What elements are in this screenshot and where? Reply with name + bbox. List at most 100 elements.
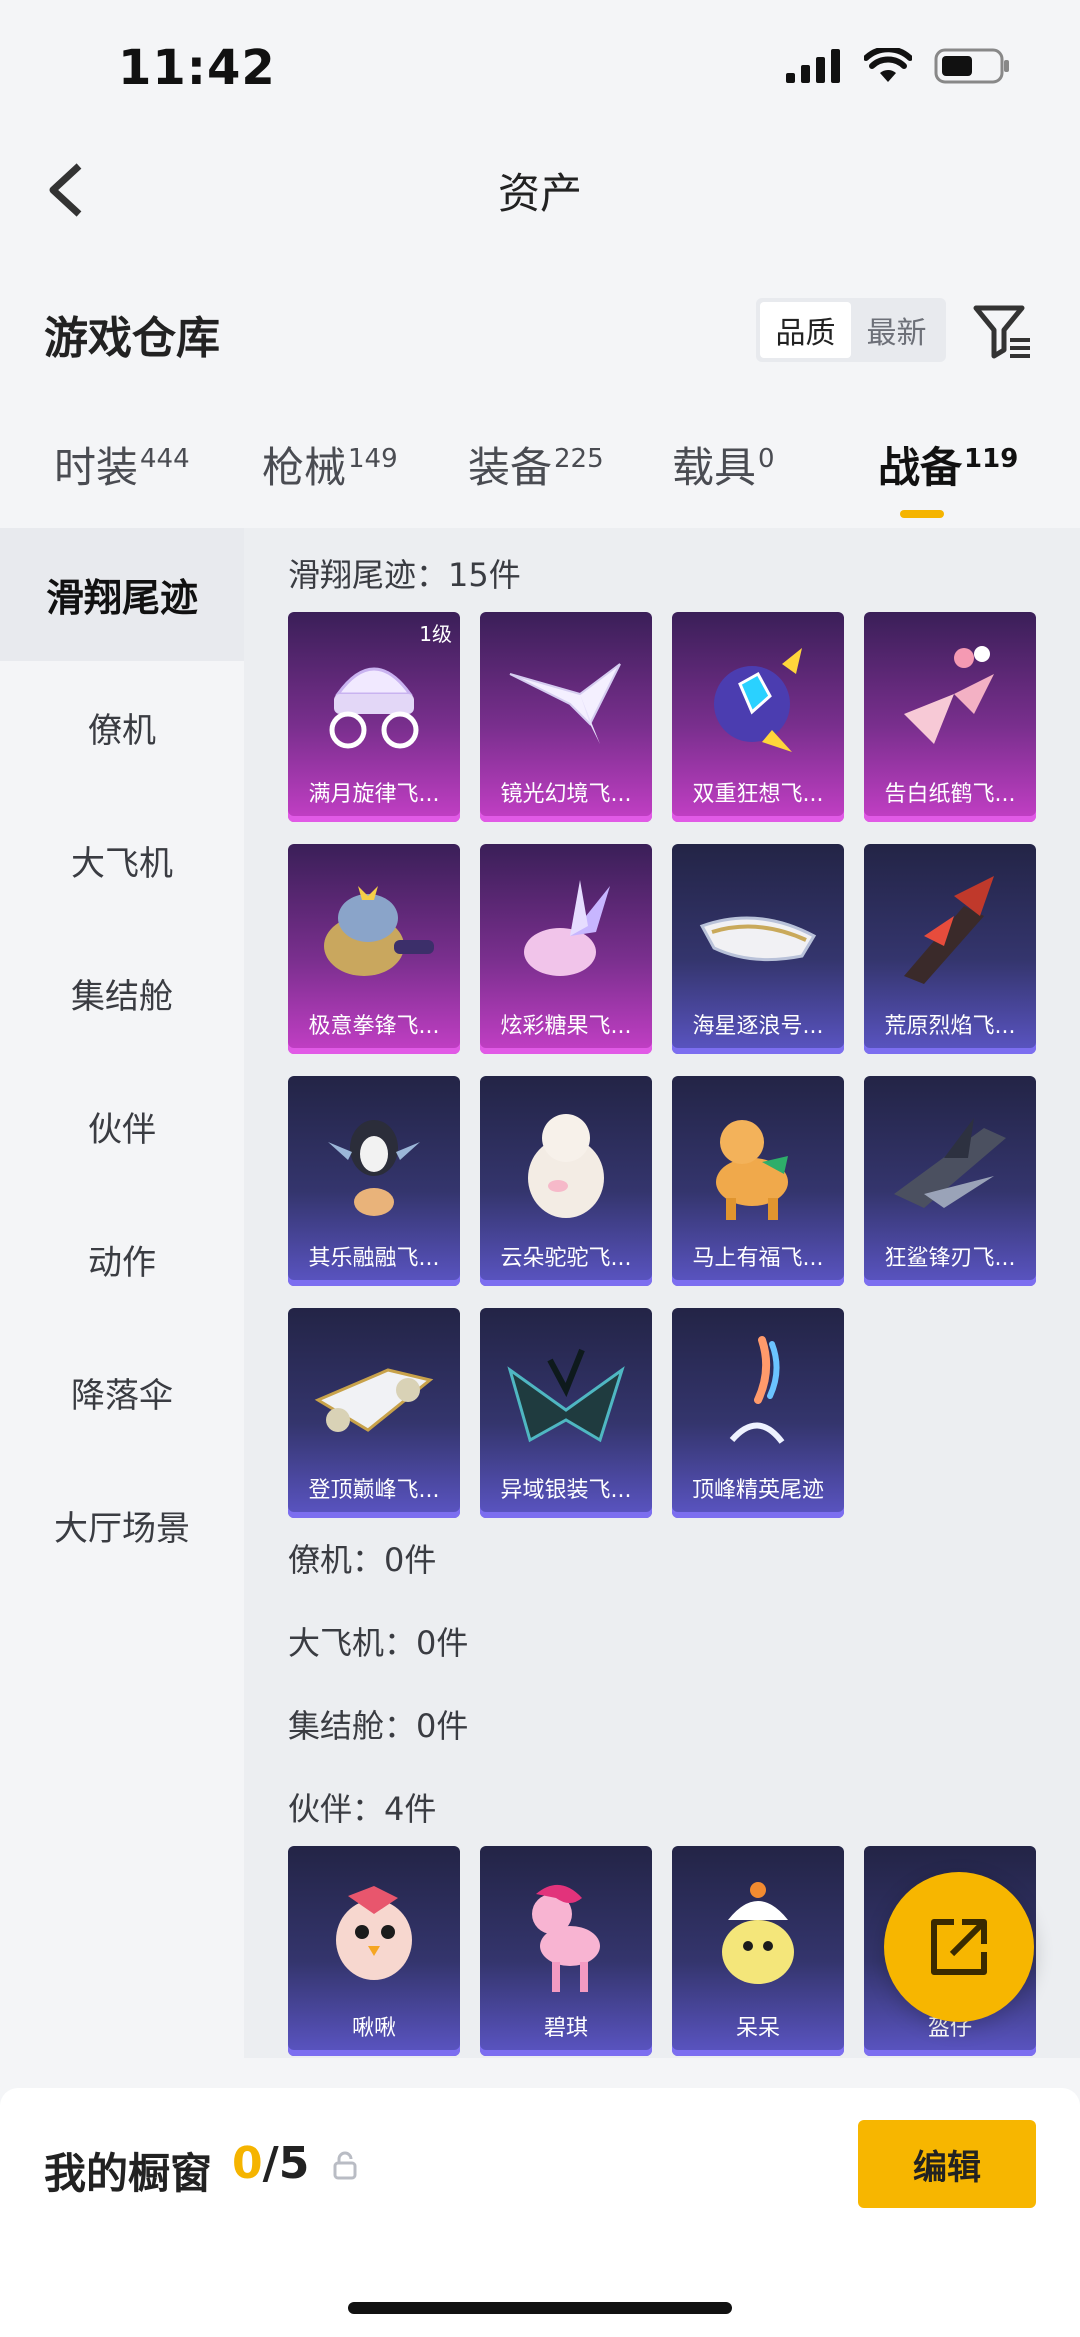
- carriage-icon: [329, 667, 419, 749]
- jet-icon: [314, 1368, 434, 1432]
- item-card[interactable]: 炫彩糖果飞...: [480, 844, 652, 1054]
- item-card[interactable]: 登顶巅峰飞...: [288, 1308, 460, 1518]
- item-name: 极意拳锋飞...: [308, 1014, 440, 1039]
- warehouse-header: 游戏仓库 品质 最新: [0, 280, 1080, 380]
- wings-icon: [509, 663, 621, 744]
- shark-icon: [894, 1118, 1006, 1208]
- tab-vehicles[interactable]: 载具0: [672, 434, 775, 495]
- flame-glider-icon: [904, 876, 994, 984]
- item-card[interactable]: 双重狂想飞...: [672, 612, 844, 822]
- sidebar-item-lobby-scenes[interactable]: 大厅场景: [0, 1459, 244, 1592]
- sidebar: 滑翔尾迹 僚机 大飞机 集结舱 伙伴 动作 降落伞 大厅场景: [0, 528, 244, 2058]
- home-indicator: [348, 2302, 732, 2314]
- sidebar-item-wingman[interactable]: 僚机: [0, 661, 244, 794]
- nav-bar: 资产: [0, 130, 1080, 250]
- lock-icon: [333, 2151, 357, 2180]
- item-name: 马上有福飞...: [692, 1246, 824, 1271]
- page-title: 资产: [497, 169, 582, 218]
- filter-button[interactable]: [970, 300, 1034, 364]
- smoke-trail-icon: [729, 1336, 785, 1444]
- item-name: 顶峰精英尾迹: [691, 1478, 824, 1503]
- chick-bird-icon: [336, 1886, 412, 1980]
- group-title-wingman: 僚机：0件: [288, 1541, 437, 1579]
- sort-toggle: 品质 最新: [756, 298, 946, 362]
- elephant-icon: [324, 886, 434, 976]
- item-name: 荒原烈焰飞...: [884, 1014, 1016, 1039]
- showcase-bar: 我的橱窗 0/5 编辑: [0, 2088, 1080, 2337]
- item-name: 啾啾: [351, 2016, 396, 2041]
- item-card[interactable]: 极意拳锋飞...: [288, 844, 460, 1054]
- item-card[interactable]: 其乐融融飞...: [288, 1076, 460, 1286]
- status-bar: 11:42: [0, 0, 1080, 130]
- group-title-capsule: 集结舱：0件: [288, 1707, 469, 1745]
- category-tabs: 时装444 枪械149 装备225 载具0 战备119: [0, 420, 1080, 530]
- group-title-partners: 伙伴：4件: [288, 1790, 437, 1828]
- item-name: 海星逐浪号...: [692, 1014, 824, 1039]
- item-card[interactable]: 马上有福飞...: [672, 1076, 844, 1286]
- item-name: 狂鲨锋刃飞...: [884, 1246, 1016, 1271]
- item-card[interactable]: 镜光幻境飞...: [480, 612, 652, 822]
- item-name: 满月旋律飞...: [308, 782, 440, 807]
- status-time: 11:42: [118, 40, 276, 96]
- sidebar-item-glide-trails[interactable]: 滑翔尾迹: [0, 528, 244, 661]
- sort-quality-button[interactable]: 品质: [760, 302, 851, 358]
- boat-icon: [699, 916, 817, 962]
- dark-wings-icon: [507, 1348, 625, 1443]
- share-icon: [931, 1919, 987, 1975]
- item-card[interactable]: 狂鲨锋刃飞...: [864, 1076, 1036, 1286]
- item-name: 双重狂想飞...: [692, 782, 824, 807]
- sidebar-item-emotes[interactable]: 动作: [0, 1193, 244, 1326]
- filter-icon: [973, 305, 1030, 359]
- horse-icon: [716, 1120, 788, 1220]
- penguin-icon: [328, 1120, 420, 1216]
- battery-icon: [934, 48, 1009, 84]
- sidebar-item-big-plane[interactable]: 大飞机: [0, 794, 244, 927]
- showcase-count: 0/5: [232, 2138, 310, 2189]
- status-icons: [786, 48, 1010, 84]
- item-card[interactable]: 呆呆: [672, 1846, 844, 2056]
- item-card[interactable]: 异域银装飞...: [480, 1308, 652, 1518]
- showcase-label: 我的橱窗: [44, 2149, 213, 2198]
- item-card[interactable]: 告白纸鹤飞...: [864, 612, 1036, 822]
- tab-guns[interactable]: 枪械149: [262, 434, 398, 495]
- item-name: 炫彩糖果飞...: [500, 1014, 632, 1039]
- item-name: 告白纸鹤飞...: [884, 782, 1016, 807]
- item-name: 其乐融融飞...: [308, 1246, 440, 1271]
- group-title-big-plane: 大飞机：0件: [288, 1624, 469, 1662]
- candy-icon: [524, 880, 610, 976]
- group-title-trails: 滑翔尾迹：15件: [288, 556, 521, 594]
- item-name: 碧琪: [543, 2016, 588, 2041]
- tab-equipment[interactable]: 装备225: [468, 434, 604, 495]
- alpaca-icon: [528, 1114, 604, 1218]
- active-tab-indicator: [900, 510, 944, 518]
- item-list[interactable]: 滑翔尾迹：15件 1级 满月旋律飞... 镜光幻境飞... 双重狂想飞... 告…: [244, 528, 1080, 2058]
- share-button[interactable]: [884, 1872, 1034, 2022]
- item-card[interactable]: 云朵驼驼飞...: [480, 1076, 652, 1286]
- item-name: 云朵驼驼飞...: [500, 1246, 632, 1271]
- item-name: 呆呆: [735, 2016, 780, 2041]
- item-name: 镜光幻境飞...: [500, 782, 632, 807]
- item-card[interactable]: 顶峰精英尾迹: [672, 1308, 844, 1518]
- item-name: 登顶巅峰飞...: [308, 1478, 440, 1503]
- yellow-chick-icon: [722, 1882, 794, 1984]
- item-card[interactable]: 1级 满月旋律飞...: [288, 612, 460, 822]
- item-card[interactable]: 碧琪: [480, 1846, 652, 2056]
- wifi-icon: [864, 48, 912, 82]
- sidebar-item-partners[interactable]: 伙伴: [0, 1060, 244, 1193]
- paper-crane-icon: [904, 646, 994, 744]
- tab-fashion[interactable]: 时装444: [54, 434, 190, 495]
- sidebar-item-capsule[interactable]: 集结舱: [0, 927, 244, 1060]
- sidebar-item-parachutes[interactable]: 降落伞: [0, 1326, 244, 1459]
- item-card[interactable]: 啾啾: [288, 1846, 460, 2056]
- item-name: 异域银装飞...: [500, 1478, 632, 1503]
- edit-button[interactable]: 编辑: [858, 2120, 1036, 2208]
- bomb-icon: [714, 648, 802, 752]
- sort-latest-button[interactable]: 最新: [851, 302, 942, 358]
- item-card[interactable]: 海星逐浪号...: [672, 844, 844, 1054]
- signal-icon: [786, 49, 840, 83]
- warehouse-title: 游戏仓库: [44, 313, 220, 364]
- item-card[interactable]: 荒原烈焰飞...: [864, 844, 1036, 1054]
- trails-grid: 1级 满月旋律飞... 镜光幻境飞... 双重狂想飞... 告白纸鹤飞... 极…: [288, 612, 1036, 1518]
- tab-battle-gear[interactable]: 战备119: [878, 434, 1018, 495]
- pony-icon: [532, 1884, 600, 1992]
